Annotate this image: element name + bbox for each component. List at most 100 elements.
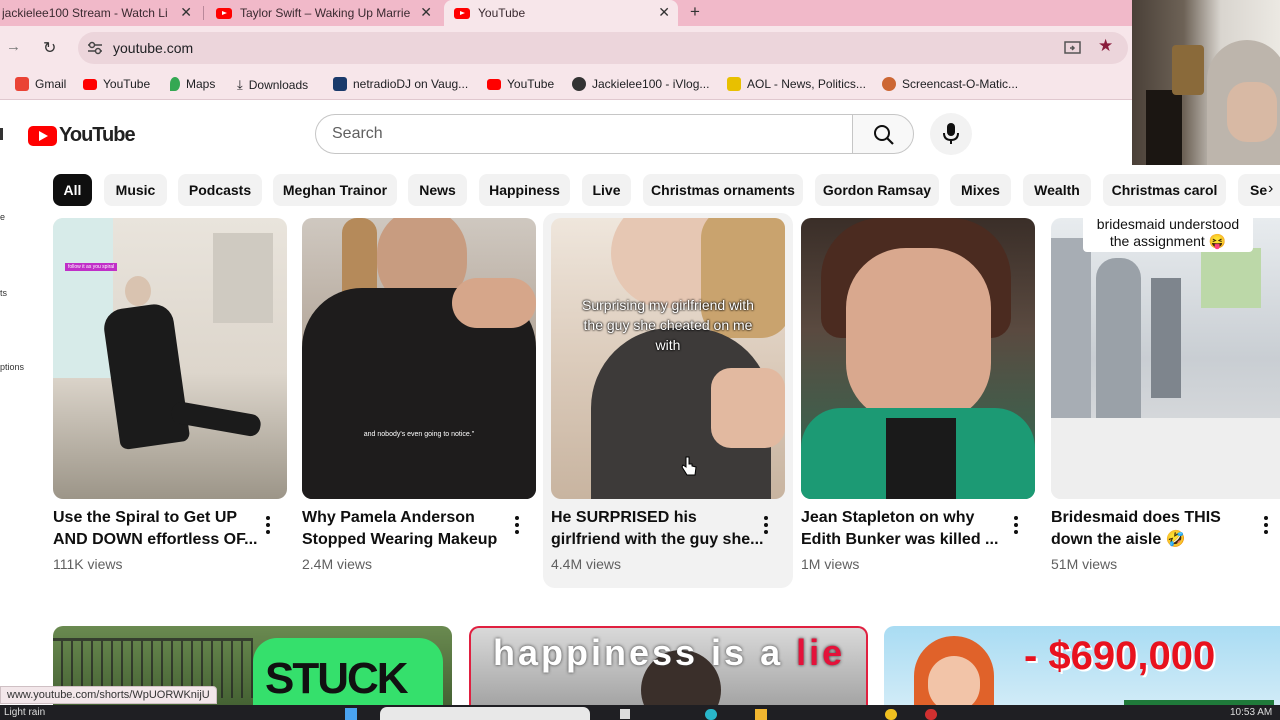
bookmark-aol[interactable]: AOL - News, Politics... [727,77,866,91]
chip-happiness[interactable]: Happiness [479,174,570,206]
close-tab-icon[interactable]: ✕ [420,4,432,21]
video-title[interactable]: Jean Stapleton on why Edith Bunker was k… [801,507,1013,551]
left-nav-item[interactable]: ptions [0,362,24,372]
chip-all[interactable]: All [53,174,92,206]
video-thumbnail[interactable] [801,218,1035,499]
bookmark-label: YouTube [103,77,151,91]
youtube-favicon-icon [216,7,232,19]
bookmark-downloads[interactable]: ⤓ Downloads [237,77,308,93]
thumbnail-figure [125,276,151,306]
reload-icon[interactable]: ↻ [43,38,56,58]
more-options-icon[interactable] [510,514,524,534]
bookmark-netradiodj[interactable]: netradioDJ on Vaug... [333,77,468,91]
more-options-icon[interactable] [261,514,275,534]
chip-christmas-ornaments[interactable]: Christmas ornaments [643,174,803,206]
menu-icon[interactable] [0,128,3,140]
more-options-icon[interactable] [759,514,773,534]
thumbnail-figure [452,278,536,328]
address-bar[interactable]: youtube.com ★ [78,32,1128,64]
voice-search-button[interactable] [930,113,972,155]
video-title-line: He SURPRISED his [551,509,697,526]
bookmark-jackielee100[interactable]: Jackielee100 - iVlog... [572,77,709,91]
search-input[interactable] [332,125,812,143]
video-title-line: down the aisle 🤣 [1051,531,1186,548]
video-title[interactable]: Bridesmaid does THIS down the aisle 🤣 [1051,507,1263,551]
bookmark-maps[interactable]: Maps [170,77,215,91]
browser-tab-active[interactable]: YouTube ✕ [444,0,678,26]
video-thumbnail[interactable]: Surprising my girlfriend with the guy sh… [551,218,785,499]
video-title[interactable]: He SURPRISED his girlfriend with the guy… [551,507,763,551]
chrome-icon[interactable] [885,709,897,720]
bookmark-label: netradioDJ on Vaug... [353,77,469,91]
aol-icon [727,77,741,91]
task-view-icon[interactable] [620,709,630,719]
video-views: 2.4M views [302,556,373,572]
left-nav-item[interactable]: ts [0,288,7,298]
left-nav-item[interactable]: e [0,212,5,222]
site-settings-icon[interactable] [87,41,103,55]
start-icon[interactable] [345,708,357,720]
thumbnail-figure [1051,238,1091,438]
thumbnail-figure [886,418,956,499]
forward-icon[interactable]: → [6,38,21,55]
close-tab-icon[interactable]: ✕ [180,4,192,21]
bookmark-gmail[interactable]: Gmail [15,77,66,91]
chip-meghan-trainor[interactable]: Meghan Trainor [273,174,397,206]
search-button[interactable] [852,114,914,154]
thumbnail-caption: Surprising my girlfriend with the guy sh… [582,297,754,353]
video-views: 51M views [1051,556,1118,572]
chip-christmas-carol[interactable]: Christmas carol [1103,174,1226,206]
browser-tab[interactable]: jackielee100 Stream - Watch Li ✕ [0,0,200,26]
thumbnail-window [1201,248,1261,308]
chip-gordon-ramsay[interactable]: Gordon Ramsay [815,174,939,206]
video-thumbnail[interactable]: and nobody's even going to notice." [302,218,536,499]
thumbnail-overlay-tag: follow it as you spiral [65,263,118,271]
site-icon [572,77,586,91]
video-views: 4.4M views [551,556,622,572]
bookmark-screencast[interactable]: Screencast-O-Matic... [882,77,1018,91]
browser-toolbar: → ↻ youtube.com ★ [0,26,1132,70]
url-text: youtube.com [113,40,194,56]
browser-tab[interactable]: Taylor Swift – Waking Up Marrie ✕ [208,0,440,26]
bookmark-youtube[interactable]: YouTube [487,77,554,91]
youtube-logo[interactable]: YouTube [28,124,136,147]
chevron-right-icon[interactable]: › [1268,180,1273,198]
thumbnail-text: happiness is a lie [493,632,845,674]
chip-news[interactable]: News [408,174,467,206]
webcam-face [1227,82,1277,142]
video-title-line: Jean Stapleton on why [801,509,975,526]
bookmark-label: Screencast-O-Matic... [902,77,1019,91]
gmail-icon [15,77,29,91]
chip-music[interactable]: Music [104,174,167,206]
app-icon[interactable] [925,709,937,720]
taskbar: Light rain 10:53 AM [0,705,1280,720]
bookmark-label: Downloads [248,78,309,92]
new-tab-button[interactable]: + [690,2,700,22]
thumbnail-figure [1096,258,1141,438]
chip-wealth[interactable]: Wealth [1023,174,1091,206]
chip-partial[interactable]: Se [1238,174,1280,206]
chip-mixes[interactable]: Mixes [950,174,1011,206]
bookmark-star-icon[interactable]: ★ [1098,36,1113,56]
more-options-icon[interactable] [1259,514,1273,534]
video-title[interactable]: Use the Spiral to Get UP AND DOWN effort… [53,507,265,551]
video-thumbnail[interactable]: follow it as you spiral [53,218,287,499]
chip-live[interactable]: Live [582,174,631,206]
video-title-line: Use the Spiral to Get UP [53,509,238,526]
bookmark-youtube[interactable]: YouTube [83,77,150,91]
chip-podcasts[interactable]: Podcasts [178,174,262,206]
video-title[interactable]: Why Pamela Anderson Stopped Wearing Make… [302,507,514,551]
video-thumbnail[interactable]: bridesmaid understood the assignment 😝 [1051,218,1280,499]
youtube-logo-text: YouTube [59,124,136,146]
browser-tab-strip: jackielee100 Stream - Watch Li ✕ Taylor … [0,0,1132,26]
close-tab-icon[interactable]: ✕ [658,4,670,21]
install-app-icon[interactable] [1064,40,1082,56]
thumbnail-caption: bridesmaid understood the assignment 😝 [1083,218,1253,252]
explorer-icon[interactable] [755,709,767,720]
bookmark-label: AOL - News, Politics... [747,77,866,91]
youtube-favicon-icon [454,7,470,19]
more-options-icon[interactable] [1009,514,1023,534]
weather-text[interactable]: Light rain [4,707,45,718]
edge-icon[interactable] [705,709,717,720]
taskbar-search[interactable] [380,707,590,720]
